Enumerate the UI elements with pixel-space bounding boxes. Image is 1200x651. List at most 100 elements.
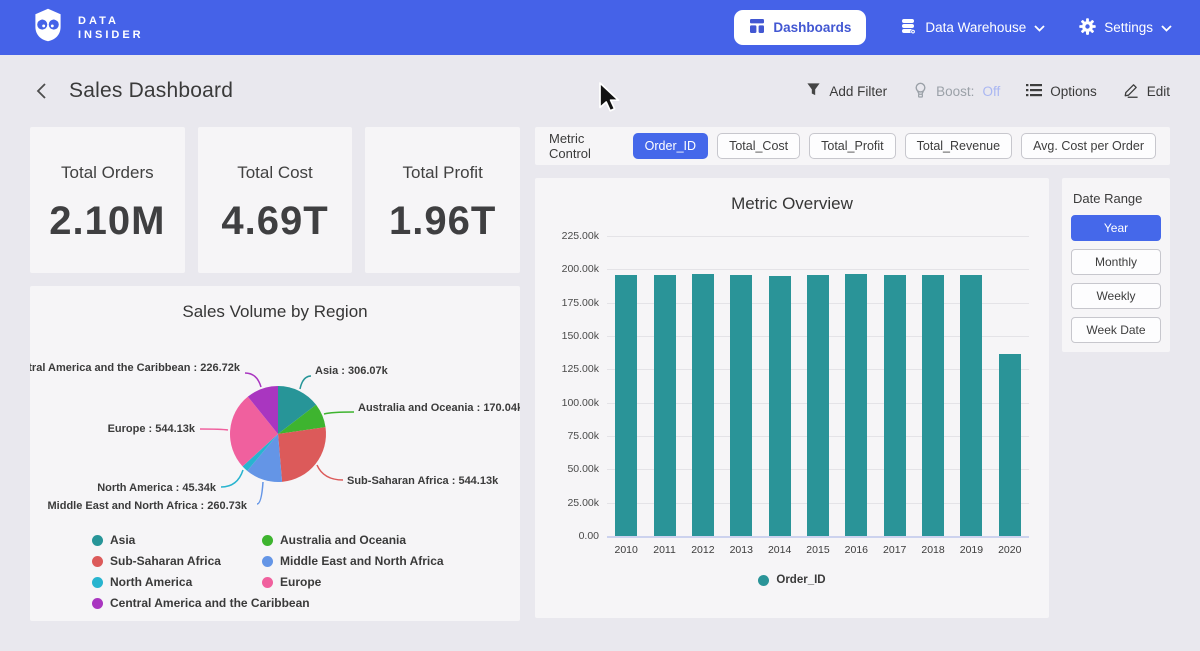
x-axis-line [607,536,1029,538]
metric-button-order-id[interactable]: Order_ID [633,133,708,159]
bar-slot [645,236,683,536]
boost-label: Boost: [936,84,974,99]
bar-slot [876,236,914,536]
options-label: Options [1050,84,1097,99]
bar-slot [799,236,837,536]
kpi-row: Total Orders 2.10M Total Cost 4.69T Tota… [30,127,520,273]
settings-label: Settings [1104,20,1153,35]
chevron-left-icon [34,82,49,100]
x-axis: 2010201120122013201420152016201720182019… [607,544,1029,556]
x-tick-label-2015: 2015 [799,544,837,556]
dashboards-icon [749,18,765,37]
y-tick-label: 150.00k [562,330,599,342]
pie-legend-item-central-america-and-the-caribbean[interactable]: Central America and the Caribbean [92,596,310,610]
metric-button-total-revenue[interactable]: Total_Revenue [905,133,1012,159]
bar-2014[interactable] [769,276,791,536]
metric-control-bar: Metric Control Order_ID Total_Cost Total_P… [535,127,1170,165]
brand: DATA INSIDER [30,6,144,49]
metric-button-total-profit[interactable]: Total_Profit [809,133,896,159]
legend-dot [758,575,769,586]
kpi-value: 1.96T [365,199,520,244]
pie-legend-column-2: Australia and Oceania Middle East and Nor… [262,533,444,589]
owl-logo-icon [30,6,66,49]
x-tick-label-2016: 2016 [837,544,875,556]
chevron-down-icon [1034,20,1045,35]
pie-label-europe: Europe : 544.13k [108,423,196,435]
legend-dot [92,577,103,588]
pie-leader-line [200,429,228,430]
legend-dot [92,556,103,567]
add-filter-button[interactable]: Add Filter [806,82,887,100]
legend-label: Europe [280,575,321,589]
legend-dot [262,577,273,588]
legend-dot [262,556,273,567]
list-icon [1026,83,1042,100]
legend-label: Sub-Saharan Africa [110,554,221,568]
pie-leader-line [324,412,354,414]
pie-legend-item-australia-and-oceania[interactable]: Australia and Oceania [262,533,444,547]
page-header: Sales Dashboard Add Filter Boost: Off Op… [30,55,1170,127]
bar-2019[interactable] [960,275,982,536]
bar-2013[interactable] [730,275,752,536]
pie-label-asia: Asia : 306.07k [315,365,389,377]
date-range-button-year[interactable]: Year [1071,215,1161,241]
metric-button-avg-cost-per-order[interactable]: Avg. Cost per Order [1021,133,1156,159]
bar-slot [722,236,760,536]
edit-button[interactable]: Edit [1123,82,1170,101]
date-range-button-weekly[interactable]: Weekly [1071,283,1161,309]
bar-2015[interactable] [807,275,829,536]
date-range-buttons: Year Monthly Weekly Week Date [1071,215,1161,343]
pie-leader-line [300,376,311,389]
back-button[interactable] [30,78,53,104]
chevron-down-icon [1161,20,1172,35]
legend-label: North America [110,575,192,589]
kpi-label: Total Profit [365,163,520,183]
bar-slot [760,236,798,536]
pie-legend-item-europe[interactable]: Europe [262,575,444,589]
pie-leader-line [245,373,261,387]
y-tick-label: 175.00k [562,297,599,309]
data-warehouse-menu[interactable]: Data Warehouse [900,18,1045,38]
metric-button-total-cost[interactable]: Total_Cost [717,133,800,159]
settings-menu[interactable]: Settings [1079,18,1172,38]
metric-control-label: Metric Control [549,131,619,161]
x-tick-label-2017: 2017 [876,544,914,556]
bar-2010[interactable] [615,275,637,536]
dashboards-button[interactable]: Dashboards [734,10,866,45]
legend-label: Australia and Oceania [280,533,406,547]
bar-2020[interactable] [999,354,1021,536]
pie-slice-sub-saharan-africa[interactable] [278,427,326,482]
y-tick-label: 25.00k [567,497,599,509]
y-tick-label: 0.00 [579,530,599,542]
bar-slot [991,236,1029,536]
pie-chart-card: Sales Volume by Region Asia : 306.07kAus… [30,286,520,621]
legend-dot [92,535,103,546]
kpi-card-total-profit: Total Profit 1.96T [365,127,520,273]
dashboards-label: Dashboards [773,20,851,35]
date-range-button-week-date[interactable]: Week Date [1071,317,1161,343]
y-axis: 225.00k200.00k175.00k150.00k125.00k100.0… [555,236,607,536]
legend-dot [92,598,103,609]
brand-line1: DATA [78,14,144,28]
bar-2012[interactable] [692,274,714,536]
page-title: Sales Dashboard [69,79,233,103]
x-tick-label-2018: 2018 [914,544,952,556]
x-tick-label-2014: 2014 [760,544,798,556]
legend-label: Central America and the Caribbean [110,596,310,610]
brand-line2: INSIDER [78,28,144,42]
bar-2016[interactable] [845,274,867,536]
y-tick-label: 50.00k [567,463,599,475]
date-range-button-monthly[interactable]: Monthly [1071,249,1161,275]
boost-toggle[interactable]: Boost: Off [913,82,1000,101]
pie-leader-line [257,482,263,504]
pie-legend-item-middle-east-and-north-africa[interactable]: Middle East and North Africa [262,554,444,568]
bar-chart-legend[interactable]: Order_ID [555,574,1029,586]
bar-2017[interactable] [884,275,906,536]
options-button[interactable]: Options [1026,83,1097,100]
bars-row [607,236,1029,536]
pie-leader-line [317,465,343,480]
plot-area [607,236,1029,536]
bar-2011[interactable] [654,275,676,536]
y-tick-label: 225.00k [562,230,599,242]
bar-2018[interactable] [922,275,944,536]
